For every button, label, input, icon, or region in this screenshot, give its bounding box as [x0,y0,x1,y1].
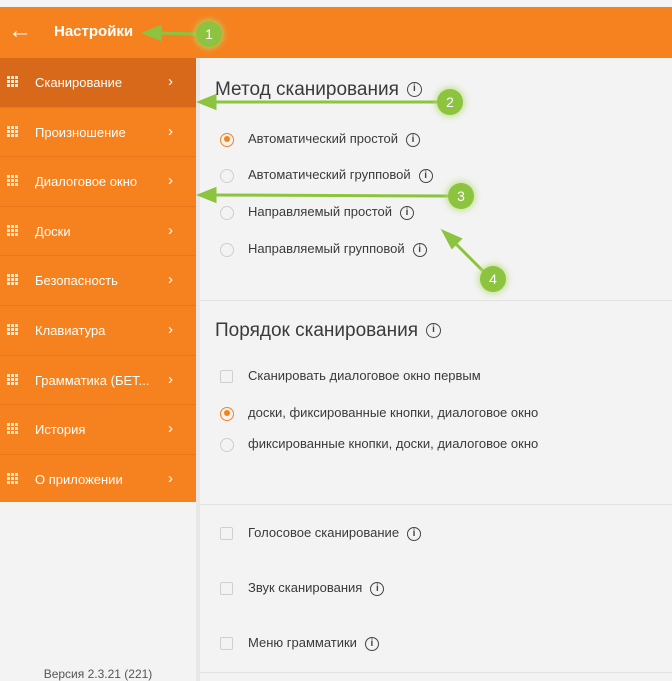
option-label: Звук сканирования [248,580,363,595]
scan-order-heading: Порядок сканирования i [215,320,441,342]
annotation-badge-2: 2 [437,89,463,115]
radio-auto-group[interactable]: Автоматический групповой i [220,167,433,183]
chevron-right-icon: › [168,172,173,190]
option-label: доски, фиксированные кнопки, диалоговое … [248,405,539,420]
radio-icon[interactable] [220,242,234,257]
app-header: ← Настройки [0,7,672,58]
chevron-right-icon: › [168,320,173,338]
option-label: Автоматический групповой [248,167,411,182]
page-title: Настройки [54,23,134,40]
option-label: фиксированные кнопки, доски, диалоговое … [248,436,539,451]
grid-icon [7,274,18,286]
radio-icon[interactable] [220,205,234,220]
info-icon[interactable]: i [426,323,441,339]
chevron-right-icon: › [168,73,173,90]
sidebar-item-security[interactable]: Безопасность › [0,256,196,306]
grid-icon [7,76,18,87]
settings-panel: Метод сканирования i Автоматический прост… [200,58,672,681]
sidebar-item-dialog-window[interactable]: Диалоговое окно › [0,157,196,207]
sidebar-item-label: О приложении [35,471,123,487]
checkbox-icon[interactable] [220,582,233,596]
radio-icon[interactable] [220,168,234,183]
sidebar-item-pronunciation[interactable]: Произношение › [0,108,196,158]
chevron-right-icon: › [168,271,173,289]
annotation-badge-4: 4 [480,266,506,292]
grid-icon [7,125,18,137]
sidebar-item-label: Доски [35,223,71,239]
checkbox-icon[interactable] [220,637,233,651]
info-icon[interactable]: i [400,205,415,220]
info-icon[interactable]: i [406,132,421,147]
sidebar-item-label: Диалоговое окно [35,174,138,190]
grid-icon [7,224,18,236]
chevron-right-icon: › [168,469,173,487]
grid-icon [7,373,18,385]
info-icon[interactable]: i [418,168,433,183]
checkbox-grammar-menu[interactable]: Меню грамматики i [220,635,379,651]
option-label: Направляемый групповой [248,241,405,256]
radio-boards-first[interactable]: доски, фиксированные кнопки, диалоговое … [220,405,538,421]
sidebar-item-about[interactable]: О приложении › [0,455,196,505]
radio-icon[interactable] [220,437,234,452]
sidebar-item-label: Произношение [35,124,126,140]
sidebar-item-label: Клавиатура [35,322,106,338]
sidebar-item-history[interactable]: История › [0,405,196,455]
grid-icon [7,472,18,484]
info-icon[interactable]: i [412,242,427,257]
checkbox-scan-sound[interactable]: Звук сканирования i [220,580,385,596]
chevron-right-icon: › [168,370,173,388]
info-icon[interactable]: i [370,581,385,596]
radio-buttons-first[interactable]: фиксированные кнопки, доски, диалоговое … [220,436,538,452]
sidebar-item-label: Безопасность [35,273,118,289]
sidebar-item-grammar[interactable]: Грамматика (БЕТ... › [0,356,196,406]
section-divider [200,672,672,673]
option-label: Сканировать диалоговое окно первым [248,368,481,383]
grid-icon [7,323,18,335]
sidebar-item-scanning[interactable]: Сканирование › [0,58,196,108]
grid-icon [7,175,18,187]
scan-method-title: Метод сканирования [215,79,399,100]
chevron-right-icon: › [168,122,173,140]
grid-icon [7,423,18,435]
option-label: Направляемый простой [248,204,393,219]
radio-guided-simple[interactable]: Направляемый простой i [220,204,415,220]
info-icon[interactable]: i [364,636,379,651]
annotation-badge-1: 1 [196,21,222,47]
back-arrow-icon[interactable]: ← [8,19,32,43]
annotation-badge-3: 3 [448,183,474,209]
scan-order-title: Порядок сканирования [215,320,418,341]
sidebar-item-label: Сканирование [35,75,123,90]
checkbox-voice-scan[interactable]: Голосовое сканирование i [220,525,422,541]
sidebar-item-label: История [35,422,86,438]
checkbox-dialog-first[interactable]: Сканировать диалоговое окно первым [220,368,481,384]
option-label: Голосовое сканирование [248,525,400,540]
checkbox-icon[interactable] [220,527,233,541]
chevron-right-icon: › [168,420,173,438]
radio-auto-simple[interactable]: Автоматический простой i [220,131,421,147]
sidebar-item-keyboard[interactable]: Клавиатура › [0,306,196,356]
radio-selected-icon[interactable] [220,406,234,421]
info-icon[interactable]: i [407,526,422,541]
sidebar-item-boards[interactable]: Доски › [0,207,196,257]
section-divider [200,300,672,301]
section-divider [200,504,672,505]
checkbox-icon[interactable] [220,370,233,384]
app-version: Версия 2.3.21 (221) [43,667,153,681]
scan-method-heading: Метод сканирования i [215,79,422,101]
info-icon[interactable]: i [406,82,422,98]
radio-selected-icon[interactable] [220,132,234,147]
settings-menu: Сканирование › Произношение › Диалоговое… [0,58,196,502]
sidebar: Сканирование › Произношение › Диалоговое… [0,58,196,681]
option-label: Автоматический простой [248,131,399,146]
chevron-right-icon: › [168,221,173,239]
sidebar-item-label: Грамматика (БЕТ... [35,372,150,388]
option-label: Меню грамматики [248,635,357,650]
radio-guided-group[interactable]: Направляемый групповой i [220,241,427,257]
